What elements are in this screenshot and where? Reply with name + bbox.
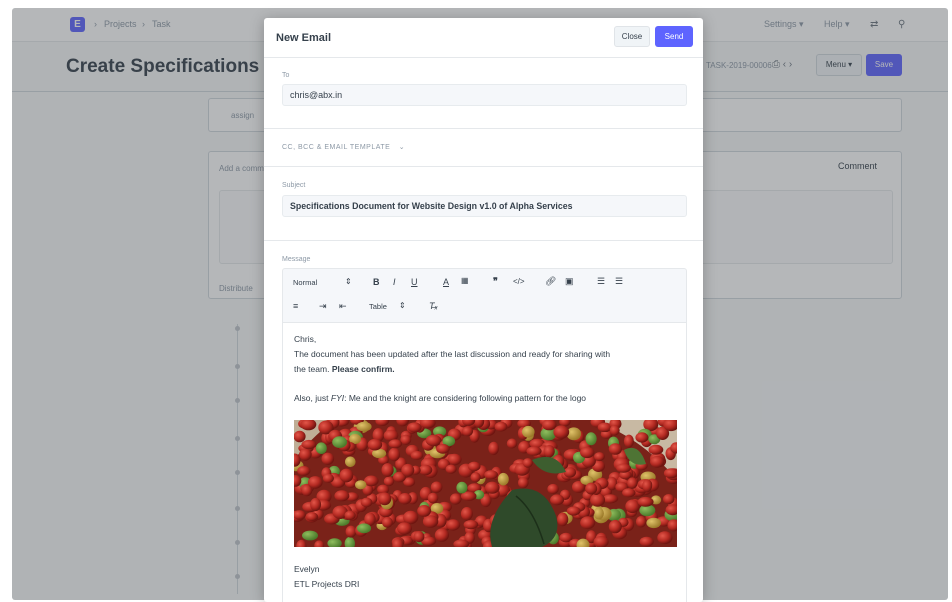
modal-header: New Email Close Send (264, 18, 703, 58)
message-editor[interactable]: Chris, The document has been updated aft… (282, 323, 687, 602)
coffee-beans-photo (294, 420, 677, 547)
message-label: Message (282, 256, 311, 263)
cc-bcc-toggle[interactable]: CC, BCC & EMAIL TEMPLATE ⌄ (282, 143, 405, 151)
close-button[interactable]: Close (614, 26, 650, 47)
send-button[interactable]: Send (655, 26, 693, 47)
cc-bcc-label: CC, BCC & EMAIL TEMPLATE (282, 144, 391, 151)
chevron-down-icon: ⌄ (398, 144, 406, 151)
subject-label: Subject (282, 182, 306, 189)
new-email-dialog: New Email Close Send To chris@abx.in CC,… (264, 18, 703, 602)
modal-title: New Email (276, 32, 332, 44)
select-arrows-icon: ⇕ (399, 301, 406, 310)
underline-icon[interactable]: U (411, 277, 418, 287)
select-arrows-icon: ⇕ (345, 277, 352, 286)
italic-icon[interactable]: I (393, 277, 396, 287)
ordered-list-icon[interactable]: ☰ (597, 276, 605, 287)
body-line-2: the team. Please confirm. (294, 364, 395, 374)
bullet-list-icon[interactable]: ☰ (615, 276, 623, 287)
signature-name: Evelyn (294, 564, 320, 574)
divider (264, 128, 703, 129)
body-line-1: The document has been updated after the … (294, 349, 611, 359)
clear-format-icon[interactable]: T̶ₓ (429, 301, 438, 311)
to-label: To (282, 72, 290, 79)
bold-icon[interactable]: B (373, 277, 380, 287)
signature-title: ETL Projects DRI (294, 579, 360, 589)
to-field[interactable]: chris@abx.in (282, 84, 687, 106)
link-icon[interactable]: 🔗︎ (545, 276, 556, 287)
font-color-icon[interactable]: A (443, 277, 449, 287)
body-line-3: Also, just FYI: Me and the knight are co… (294, 393, 587, 403)
coffee-beans-image (294, 420, 677, 547)
greeting-text: Chris, (294, 334, 317, 344)
highlight-icon[interactable]: ▦ (461, 276, 469, 285)
outdent-icon[interactable]: ⇤ (339, 301, 347, 312)
indent-icon[interactable]: ⇥ (319, 301, 327, 312)
table-select[interactable]: Table (369, 302, 387, 311)
subject-field[interactable]: Specifications Document for Website Desi… (282, 195, 687, 217)
code-icon[interactable]: </> (513, 277, 525, 286)
editor-toolbar: Normal ⇕ B I U A ▦ ❞ </> 🔗︎ ▣ ☰ ☰ ≡ ⇥ ⇤ … (282, 268, 687, 323)
image-icon[interactable]: ▣ (565, 276, 574, 287)
blockquote-icon[interactable]: ❞ (493, 276, 498, 287)
align-icon[interactable]: ≡ (293, 301, 298, 311)
divider (264, 166, 703, 167)
format-select[interactable]: Normal (293, 278, 317, 287)
divider (264, 240, 703, 241)
